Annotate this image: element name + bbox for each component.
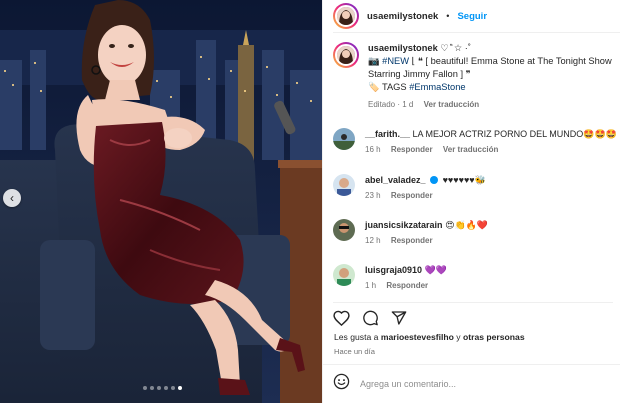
caption-time: Editado · 1 d: [368, 100, 414, 109]
comment-time: 12 h: [365, 236, 381, 245]
likes-and: y: [456, 332, 461, 342]
comment-username[interactable]: __farith.__: [365, 129, 410, 139]
likes-user[interactable]: marioestevesfilho: [381, 332, 454, 342]
add-comment-bar: Agrega un comentario...: [323, 364, 620, 403]
author-username[interactable]: usaemilystonek: [367, 11, 438, 22]
comment-text: 💜💜: [424, 265, 447, 275]
caption-username[interactable]: usaemilystonek: [368, 43, 438, 53]
commenter-avatar[interactable]: [333, 219, 355, 241]
post-time: Hace un día: [334, 347, 375, 356]
post-caption: usaemilystonek ♡ ͛̈ ☆ ·˚ 📷 #NEW ⌊ ❝ [ be…: [333, 42, 619, 109]
reply-button[interactable]: Responder: [391, 191, 433, 200]
reply-button[interactable]: Responder: [391, 236, 433, 245]
reply-button[interactable]: Responder: [391, 145, 433, 154]
comment-icon[interactable]: [362, 310, 379, 326]
carousel-prev-button[interactable]: ‹: [3, 189, 21, 207]
carousel-dot: [143, 386, 147, 390]
comment-time: 23 h: [365, 191, 381, 200]
comment-input[interactable]: Agrega un comentario...: [360, 379, 456, 389]
author-avatar[interactable]: [333, 3, 359, 29]
post-actions: [333, 302, 613, 326]
caption-tags-label: 🏷️ TAGS: [368, 82, 407, 92]
see-translation-link[interactable]: Ver traducción: [443, 145, 499, 154]
caption-avatar[interactable]: [333, 42, 359, 68]
comment-time: 1 h: [365, 281, 377, 290]
caption-camera: 📷: [368, 56, 380, 66]
comment-username[interactable]: juansicsikzatarain: [365, 220, 443, 230]
carousel-indicator: [143, 386, 182, 390]
comment-text: ♥♥♥♥♥♥🐝: [442, 175, 486, 185]
likes-others-link[interactable]: otras personas: [463, 332, 525, 342]
carousel-dot: [164, 386, 168, 390]
see-translation-link[interactable]: Ver traducción: [424, 100, 480, 109]
caption-meta: Editado · 1 d Ver traducción: [368, 100, 620, 109]
post-header: usaemilystonek • Seguir: [333, 0, 620, 33]
carousel-dot: [157, 386, 161, 390]
comment-item: luisgraja0910 💜💜 1 h Responder: [333, 264, 620, 290]
caption-text: usaemilystonek ♡ ͛̈ ☆ ·˚ 📷 #NEW ⌊ ❝ [ be…: [368, 42, 620, 94]
emoji-icon[interactable]: [333, 373, 350, 395]
chevron-left-icon: ‹: [10, 191, 14, 205]
carousel-dot-active: [178, 386, 182, 390]
commenter-avatar[interactable]: [333, 174, 355, 196]
post-photo[interactable]: ‹: [0, 0, 322, 403]
likes-summary: Les gusta a marioestevesfilho y otras pe…: [334, 332, 525, 342]
photo-illustration: [0, 0, 322, 403]
post-details-panel: usaemilystonek • Seguir usaemilystonek ♡…: [322, 0, 620, 403]
comment-text: LA MEJOR ACTRIZ PORNO DEL MUNDO🤩🤩🤩: [412, 129, 617, 139]
carousel-dot: [150, 386, 154, 390]
follow-button[interactable]: Seguir: [457, 11, 487, 22]
likes-prefix: Les gusta a: [334, 332, 379, 342]
hashtag-emmastone[interactable]: #EmmaStone: [409, 82, 465, 92]
commenter-avatar[interactable]: [333, 128, 355, 150]
comment-username[interactable]: abel_valadez_: [365, 175, 426, 185]
hashtag-new[interactable]: #NEW: [382, 56, 409, 66]
comment-username[interactable]: luisgraja0910: [365, 265, 422, 275]
commenter-avatar[interactable]: [333, 264, 355, 286]
comment-item: abel_valadez_ ♥♥♥♥♥♥🐝 23 h Responder: [333, 174, 620, 200]
heart-icon[interactable]: [333, 310, 350, 326]
header-separator: •: [446, 11, 450, 21]
comment-item: __farith.__ LA MEJOR ACTRIZ PORNO DEL MU…: [333, 128, 620, 154]
verified-badge-icon: [430, 176, 439, 184]
comment-item: juansicsikzatarain 😍👏🔥❤️ 12 h Responder: [333, 219, 620, 245]
comment-time: 16 h: [365, 145, 381, 154]
share-icon[interactable]: [391, 310, 407, 326]
reply-button[interactable]: Responder: [386, 281, 428, 290]
caption-line1: ♡ ͛̈ ☆ ·˚: [440, 43, 471, 53]
carousel-dot: [171, 386, 175, 390]
comment-text: 😍👏🔥❤️: [445, 220, 489, 230]
